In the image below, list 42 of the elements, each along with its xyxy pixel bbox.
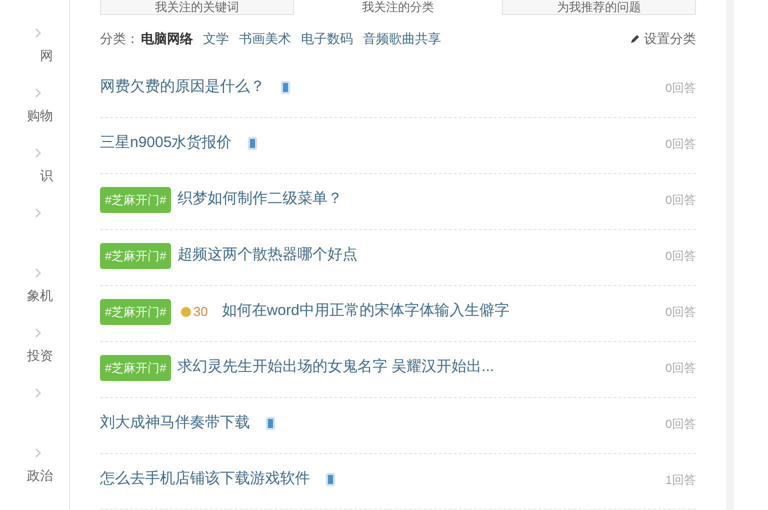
question-link[interactable]: 网费欠费的原因是什么？ [100, 76, 265, 99]
category-link[interactable]: 书画美术 [239, 28, 291, 48]
category-link[interactable]: 电子数码 [301, 28, 353, 48]
answer-count: 0回答 [665, 416, 696, 432]
answer-count: 1回答 [665, 472, 696, 488]
tab[interactable]: 为我推荐的问题 [502, 0, 696, 15]
answer-count: 0回答 [665, 136, 696, 152]
category-link[interactable]: 音频歌曲共享 [363, 28, 441, 48]
sidebar-item[interactable]: 购物 [27, 109, 53, 122]
question-link[interactable]: 如何在word中用正常的宋体字体输入生僻字 [222, 300, 510, 323]
coin-icon [181, 306, 192, 316]
sidebar-item[interactable]: 投资 [27, 349, 53, 362]
chevron-icon[interactable] [35, 148, 41, 158]
question-link[interactable]: 织梦如何制作二级菜单？ [177, 188, 342, 211]
question-link[interactable]: 怎么去手机店铺该下载游戏软件 [100, 468, 310, 491]
sidebar-item[interactable]: 识 [40, 169, 53, 182]
answer-count: 0回答 [665, 360, 696, 376]
tab[interactable]: 我关注的关键词 [100, 0, 294, 15]
reward-points: 30 [193, 302, 208, 321]
answer-count: 0回答 [665, 80, 696, 96]
question-link[interactable]: 三星n9005水货报价 [100, 132, 232, 155]
chevron-icon[interactable] [35, 208, 41, 218]
sidebar-item[interactable]: 象机 [27, 289, 53, 302]
chevron-icon[interactable] [35, 268, 41, 278]
settings-link[interactable]: 设置分类 [644, 28, 696, 48]
question-link[interactable]: 超频这两个散热器哪个好点 [177, 244, 358, 267]
question-link[interactable]: 求幻灵先生开始出场的女鬼名字 吴耀汉开始出... [177, 356, 494, 379]
answer-count: 0回答 [665, 248, 696, 264]
answer-count: 0回答 [665, 192, 696, 208]
pencil-icon [630, 34, 640, 44]
chevron-icon[interactable] [35, 28, 41, 38]
chevron-icon[interactable] [35, 388, 41, 398]
question-link[interactable]: 刘大成神马伴奏带下载 [100, 412, 250, 435]
category-link[interactable]: 文学 [203, 28, 229, 48]
chevron-icon[interactable] [35, 328, 41, 338]
sidebar-item[interactable]: 网 [40, 49, 53, 62]
answer-count: 0回答 [665, 304, 696, 320]
category-link[interactable]: 电脑网络 [141, 28, 193, 48]
sidebar-item[interactable]: 政治 [27, 469, 53, 482]
category-label: 分类： [100, 30, 139, 48]
chevron-icon[interactable] [35, 448, 41, 458]
chevron-icon[interactable] [35, 88, 41, 98]
